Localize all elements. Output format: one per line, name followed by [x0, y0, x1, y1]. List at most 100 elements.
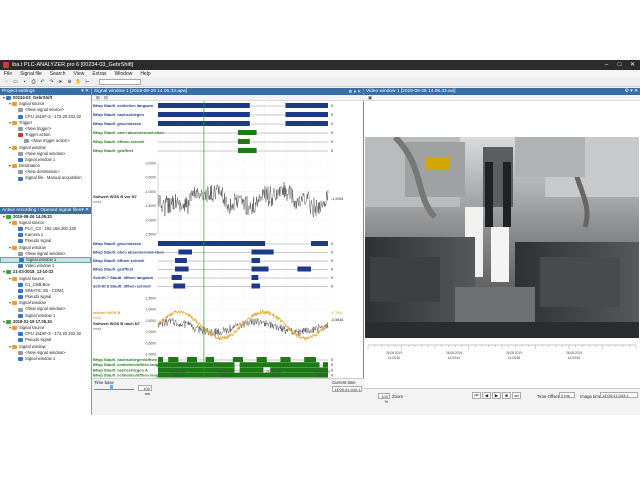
analog-value: -1,2005: [331, 197, 343, 201]
zoom-slider-knob[interactable]: [110, 385, 113, 390]
timeline-time: 14:05:44: [448, 356, 461, 360]
video-window: Video window 1 [2019-08-26 14.05.33.avi]…: [364, 88, 640, 415]
node-icon: [12, 301, 17, 306]
node-icon: [12, 145, 17, 150]
undo-icon[interactable]: ↶: [39, 79, 46, 85]
tree-item-label: <New signal window>: [25, 250, 66, 256]
node-icon: [18, 251, 23, 256]
timeline-date: 26.08.2019: [446, 351, 462, 355]
menu-file[interactable]: File: [4, 71, 12, 77]
y-tick-label: 0,0000: [146, 162, 156, 166]
open-icon[interactable]: ▭: [12, 79, 19, 85]
redo-icon[interactable]: ↷: [48, 79, 55, 85]
signal-label: Bfwp Staufl. schließen/öffnen langsam: [93, 373, 167, 378]
menu-help[interactable]: Help: [140, 71, 150, 77]
tree-item-label: Signal file - Manual acquisition: [25, 175, 82, 181]
signal-footer: Time base 100 ms Current time 14:05:41.0…: [92, 378, 364, 415]
skip-start-button[interactable]: ⏮: [472, 392, 481, 399]
node-icon: [18, 176, 23, 181]
menu-view[interactable]: View: [74, 71, 85, 77]
menu-signal-file[interactable]: Signal file: [20, 71, 42, 77]
snapshot-icon[interactable]: ▣: [368, 95, 372, 101]
node-icon: [24, 139, 29, 144]
y-tick-label: 0,5000: [146, 319, 156, 323]
signal-window-header: Signal window 1 [2019-08-26 14.05.33.apw…: [92, 88, 363, 95]
hand-icon[interactable]: ✋: [75, 79, 82, 85]
signal-bar: [171, 275, 182, 280]
timeline-date: 26.08.2019: [506, 351, 522, 355]
time-offset-input[interactable]: 0 ms: [559, 392, 575, 398]
new-icon[interactable]: ▫: [3, 79, 10, 85]
signal-bar: [297, 266, 311, 272]
node-icon: [18, 357, 23, 362]
time-base-input[interactable]: 100 ms: [138, 385, 152, 396]
signal-bar: [251, 266, 269, 272]
signal-label: Bfwp Staufl. nachschiegen: [93, 112, 144, 117]
toolbar-combo[interactable]: [99, 79, 141, 85]
minimize-button[interactable]: –: [601, 61, 612, 69]
video-timeline[interactable]: 26.08.201914:05:4026.08.201914:05:4426.0…: [364, 343, 640, 363]
title-bar: iba.t PLC-ANALYZER.pro 6 [00234-03_GebrS…: [0, 60, 640, 70]
analog-label: Istwert WGS B: [93, 310, 121, 315]
y-tick-label: -1,5000: [145, 204, 157, 208]
y-tick-label: -1,0000: [145, 353, 157, 357]
recordings-header: Active recording / Opened signal files ▾ …: [0, 206, 91, 214]
node-icon: [18, 295, 23, 300]
menu-extras[interactable]: Extras: [92, 71, 106, 77]
node-icon: [18, 350, 23, 355]
y-tick-label: -0,5000: [145, 176, 157, 180]
signal-label: Schritt 8 Staufl. öffnen schnell: [93, 284, 151, 289]
signal-value: 0: [331, 148, 334, 153]
menu-window[interactable]: Window: [115, 71, 133, 77]
tree-item[interactable]: Signal file - Manual acquisition: [0, 175, 91, 181]
skip-end-button[interactable]: ⏭: [512, 392, 521, 399]
signal-value: 0: [331, 139, 334, 144]
maximize-button[interactable]: □: [614, 61, 625, 69]
signal-label: Bfwp Staufl. oben absenken/anheben: [93, 250, 164, 255]
save-icon[interactable]: ▪: [21, 79, 28, 85]
node-icon: [18, 157, 23, 162]
video-frame[interactable]: [365, 137, 639, 338]
node-icon: [18, 338, 23, 343]
node-icon: [12, 164, 17, 169]
analog-label: Sollwert WGS B vor N7: [93, 194, 138, 199]
zoom-slider[interactable]: [94, 387, 134, 390]
print-icon[interactable]: ⎙: [30, 79, 37, 85]
node-icon: [6, 214, 11, 219]
node-icon: [18, 239, 23, 244]
signal-chart[interactable]: Bfwp Staufl. schließen langsam 0 Bfwp Stau…: [92, 101, 364, 378]
zoom-icon[interactable]: ⊕: [66, 79, 73, 85]
close-button[interactable]: ✕: [627, 61, 638, 69]
signal-bar: [175, 258, 187, 263]
timeline-time: 14:05:40: [388, 356, 401, 360]
video-footer: 100 % Zoom ⏮ ◀ ▶ ■ ⏭ Time Offset: 0 ms I…: [364, 388, 640, 415]
signal-value: 0: [331, 112, 334, 117]
recordings-tree: ▾ 2019-08-26 14.05.33 ▾ Signal source PLC_C3…: [0, 214, 91, 363]
signal-label: Bfwp Staufl. öffnen schnell: [93, 258, 144, 263]
play-backward-button[interactable]: ◀: [482, 392, 491, 399]
stop-button[interactable]: ■: [502, 392, 511, 399]
image-time-input[interactable]: 14:05:41.043.1: [600, 392, 638, 398]
signal-bar: [205, 357, 215, 362]
signal-bar: [251, 283, 260, 289]
signal-bar: [280, 357, 291, 362]
current-time-input[interactable]: 14:05:41.043.1: [332, 386, 362, 392]
signal-value: 0: [331, 130, 334, 135]
signal-value: 0: [331, 267, 334, 272]
signal-bar: [256, 357, 267, 362]
node-icon: [18, 170, 23, 175]
signal-label: Bfwp Staufl. geschlossen: [93, 241, 142, 246]
measure-icon[interactable]: ⊢: [84, 79, 91, 85]
cursor-icon[interactable]: ➤: [57, 79, 64, 85]
signal-bar: [237, 148, 257, 153]
node-icon: [12, 220, 17, 225]
playback-controls: ⏮ ◀ ▶ ■ ⏭: [472, 392, 521, 399]
node-icon: [18, 114, 23, 119]
menu-search[interactable]: Search: [50, 71, 66, 77]
zoom-input[interactable]: 100 %: [378, 393, 390, 404]
tree-item[interactable]: Signal window 1: [0, 356, 91, 362]
play-button[interactable]: ▶: [492, 392, 501, 399]
signal-window: Signal window 1 [2019-08-26 14.05.33.apw…: [92, 88, 364, 415]
signal-bar: [237, 130, 257, 135]
node-icon: [18, 307, 23, 312]
